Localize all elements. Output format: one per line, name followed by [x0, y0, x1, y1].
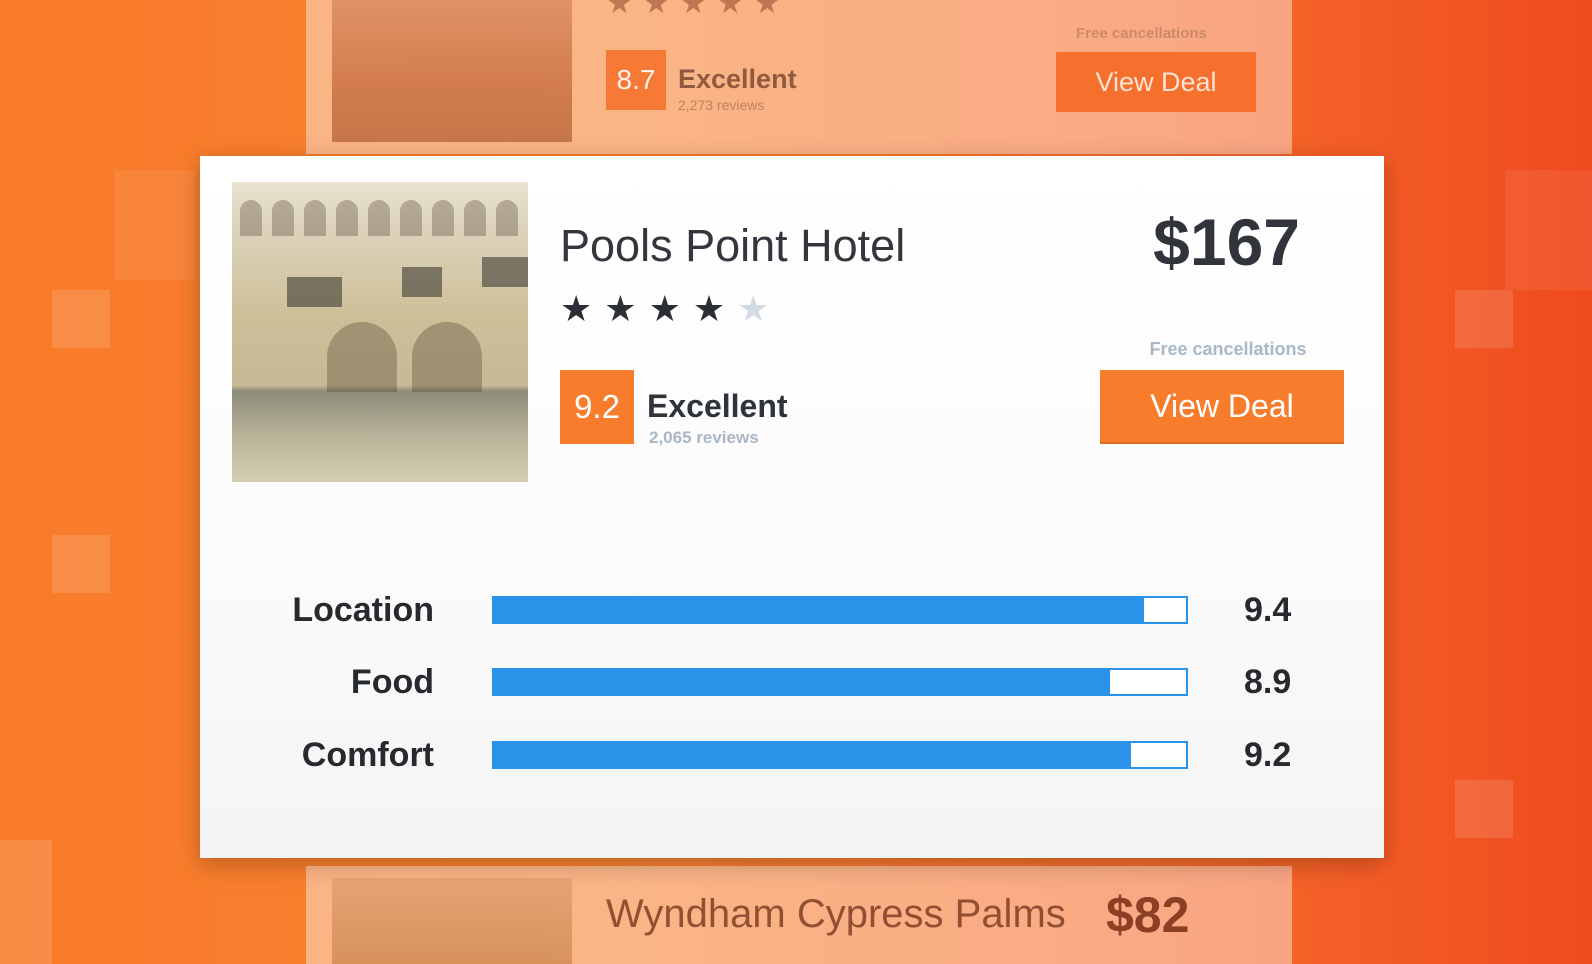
hotel-photo: [232, 182, 528, 482]
background-square: [52, 290, 110, 348]
background-square: [1455, 290, 1513, 348]
star-filled-icon: ★: [648, 288, 693, 329]
star-filled-icon: ★: [604, 288, 649, 329]
rating-bar-fill: [494, 598, 1145, 622]
view-deal-button[interactable]: View Deal: [1100, 370, 1344, 444]
rating-row-comfort: Comfort 9.2: [200, 735, 1384, 775]
score-label: Excellent: [678, 64, 797, 94]
rating-bar: [492, 668, 1188, 696]
rating-label: Comfort: [301, 736, 434, 774]
rating-row-location: Location 9.4: [200, 590, 1384, 630]
hotel-name: Pools Point Hotel: [560, 220, 906, 271]
star-rating: ★★★★★: [560, 288, 781, 330]
view-deal-button[interactable]: View Deal: [1056, 52, 1256, 112]
rating-bar: [492, 596, 1188, 624]
rating-bar: [492, 741, 1188, 769]
star-empty-icon: ★: [753, 0, 791, 20]
background-hotel-photo: [332, 878, 572, 964]
rating-value: 9.2: [1244, 736, 1292, 774]
star-empty-icon: ★: [737, 288, 782, 329]
hotel-card: Pools Point Hotel ★★★★★ 9.2 Excellent 2,…: [200, 156, 1384, 858]
cancellation-note: Free cancellations: [1149, 339, 1307, 359]
hotel-price: $167: [1153, 205, 1300, 279]
background-square: [115, 170, 195, 280]
rating-value: 8.9: [1244, 663, 1292, 701]
rating-bar-fill: [494, 670, 1110, 694]
score-badge: 8.7: [606, 50, 666, 110]
rating-bar-fill: [494, 743, 1131, 767]
star-filled-icon: ★: [560, 288, 605, 329]
review-count: 2,273 reviews: [678, 97, 765, 113]
rating-row-food: Food 8.9: [200, 662, 1384, 702]
background-hotel-photo: [332, 0, 572, 142]
rating-label: Location: [292, 591, 434, 629]
star-filled-icon: ★: [716, 0, 754, 20]
score-label: Excellent: [647, 388, 788, 424]
star-rating: ★★★★★: [606, 0, 791, 21]
star-filled-icon: ★: [606, 0, 643, 20]
rating-value: 9.4: [1244, 591, 1292, 629]
background-square: [1455, 780, 1513, 838]
score-badge: 9.2: [560, 370, 634, 444]
rating-label: Food: [350, 663, 434, 701]
star-filled-icon: ★: [679, 0, 717, 20]
cancellation-note: Free cancellations: [1076, 25, 1207, 42]
background-square: [0, 840, 52, 964]
background-hotel-card-top: ★★★★★ 8.7 Excellent 2,273 reviews Free c…: [306, 0, 1292, 154]
star-filled-icon: ★: [642, 0, 680, 20]
hotel-price: $82: [1106, 887, 1190, 943]
hotel-name: Wyndham Cypress Palms: [606, 892, 1066, 936]
star-filled-icon: ★: [692, 288, 738, 329]
background-hotel-card-bottom: Wyndham Cypress Palms $82: [306, 866, 1292, 964]
review-count: 2,065 reviews: [649, 428, 759, 447]
background-square: [52, 535, 110, 593]
background-square: [1505, 170, 1592, 290]
